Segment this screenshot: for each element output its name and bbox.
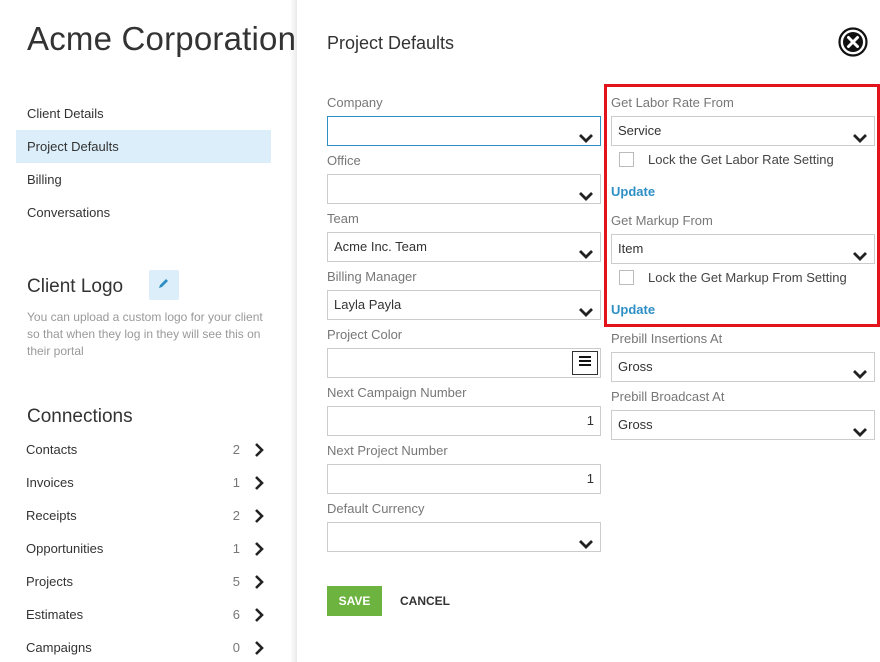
side-nav: Client Details Project Defaults Billing …: [16, 97, 271, 229]
prebill-insertions-label: Prebill Insertions At: [611, 331, 723, 346]
nav-billing[interactable]: Billing: [16, 163, 271, 196]
office-select[interactable]: [327, 174, 601, 204]
connection-invoices[interactable]: Invoices 1: [26, 466, 266, 499]
project-defaults-panel: Project Defaults Company Office Team Acm…: [297, 0, 880, 662]
prebill-insertions-value: Gross: [618, 359, 653, 374]
project-color-input[interactable]: [327, 348, 601, 378]
connection-receipts[interactable]: Receipts 2: [26, 499, 266, 532]
connection-count: 5: [232, 574, 240, 589]
connection-projects[interactable]: Projects 5: [26, 565, 266, 598]
client-name: Acme Corporation: [27, 20, 296, 57]
connection-count: 6: [232, 607, 240, 622]
markup-select[interactable]: Item: [611, 234, 875, 264]
update-labor-rate-link[interactable]: Update: [611, 184, 655, 199]
hamburger-icon: [578, 349, 592, 377]
checkbox-box[interactable]: [619, 270, 634, 285]
prebill-insertions-select[interactable]: Gross: [611, 352, 875, 382]
project-color-label: Project Color: [327, 327, 403, 342]
connection-label: Receipts: [26, 508, 77, 523]
lock-labor-rate-label: Lock the Get Labor Rate Setting: [648, 152, 834, 167]
connection-count: 1: [232, 475, 240, 490]
billing-manager-select[interactable]: Layla Payla: [327, 290, 601, 320]
prebill-broadcast-select[interactable]: Gross: [611, 410, 875, 440]
client-logo-description: You can upload a custom logo for your cl…: [27, 310, 263, 358]
team-select[interactable]: Acme Inc. Team: [327, 232, 601, 262]
chevron-right-icon: [254, 640, 266, 656]
office-label: Office: [327, 153, 361, 168]
nav-client-details[interactable]: Client Details: [16, 97, 271, 130]
pencil-icon: [158, 276, 170, 294]
next-campaign-number-input[interactable]: 1: [327, 406, 601, 436]
chevron-down-icon: [578, 184, 594, 201]
connection-count: 1: [232, 541, 240, 556]
default-currency-label: Default Currency: [327, 501, 425, 516]
chevron-right-icon: [254, 607, 266, 623]
labor-rate-select[interactable]: Service: [611, 116, 875, 146]
save-button[interactable]: SAVE: [327, 586, 382, 616]
close-button[interactable]: [838, 27, 868, 57]
team-label: Team: [327, 211, 359, 226]
nav-conversations[interactable]: Conversations: [16, 196, 271, 229]
chevron-down-icon: [578, 242, 594, 259]
connection-count: 2: [232, 508, 240, 523]
checkbox-box[interactable]: [619, 152, 634, 167]
connection-label: Projects: [26, 574, 73, 589]
panel-title: Project Defaults: [327, 33, 455, 53]
connections-list: Contacts 2 Invoices 1 Receipts 2 Opportu…: [26, 433, 266, 662]
connections-title: Connections: [27, 406, 133, 427]
next-project-number-label: Next Project Number: [327, 443, 448, 458]
prebill-broadcast-value: Gross: [618, 417, 653, 432]
update-markup-link[interactable]: Update: [611, 302, 655, 317]
connection-label: Estimates: [26, 607, 84, 622]
chevron-right-icon: [254, 475, 266, 491]
cancel-button[interactable]: CANCEL: [400, 586, 450, 616]
connection-label: Opportunities: [26, 541, 104, 556]
connection-campaigns[interactable]: Campaigns 0: [26, 631, 266, 662]
edit-logo-button[interactable]: [149, 270, 179, 300]
chevron-down-icon: [578, 300, 594, 317]
default-currency-select[interactable]: [327, 522, 601, 552]
lock-markup-checkbox[interactable]: Lock the Get Markup From Setting: [619, 270, 847, 285]
chevron-down-icon: [852, 420, 868, 437]
labor-rate-value: Service: [618, 123, 662, 138]
markup-label: Get Markup From: [611, 213, 713, 228]
connection-estimates[interactable]: Estimates 6: [26, 598, 266, 631]
client-sidebar: Acme Corporation Client Details Project …: [0, 0, 296, 662]
markup-value: Item: [618, 241, 644, 256]
chevron-right-icon: [254, 508, 266, 524]
chevron-down-icon: [578, 126, 594, 143]
chevron-down-icon: [852, 244, 868, 261]
connection-count: 0: [232, 640, 240, 655]
labor-rate-label: Get Labor Rate From: [611, 95, 734, 110]
close-circle-icon: [838, 27, 868, 61]
chevron-right-icon: [254, 541, 266, 557]
lock-markup-label: Lock the Get Markup From Setting: [648, 270, 847, 285]
lock-labor-rate-checkbox[interactable]: Lock the Get Labor Rate Setting: [619, 152, 834, 167]
next-project-number-input[interactable]: 1: [327, 464, 601, 494]
chevron-down-icon: [852, 362, 868, 379]
chevron-down-icon: [852, 126, 868, 143]
billing-manager-label: Billing Manager: [327, 269, 417, 284]
company-label: Company: [327, 95, 383, 110]
next-campaign-number-label: Next Campaign Number: [327, 385, 467, 400]
prebill-broadcast-label: Prebill Broadcast At: [611, 389, 725, 404]
team-value: Acme Inc. Team: [334, 239, 427, 254]
color-picker-button[interactable]: [572, 351, 598, 375]
connection-count: 2: [232, 442, 240, 457]
chevron-right-icon: [254, 442, 266, 458]
connection-contacts[interactable]: Contacts 2: [26, 433, 266, 466]
connection-opportunities[interactable]: Opportunities 1: [26, 532, 266, 565]
connection-label: Campaigns: [26, 640, 92, 655]
nav-project-defaults[interactable]: Project Defaults: [16, 130, 271, 163]
chevron-right-icon: [254, 574, 266, 590]
chevron-down-icon: [578, 532, 594, 549]
client-logo-title: Client Logo: [27, 276, 124, 297]
billing-manager-value: Layla Payla: [334, 297, 402, 312]
company-select[interactable]: [327, 116, 601, 146]
connection-label: Contacts: [26, 442, 78, 457]
connection-label: Invoices: [26, 475, 74, 490]
